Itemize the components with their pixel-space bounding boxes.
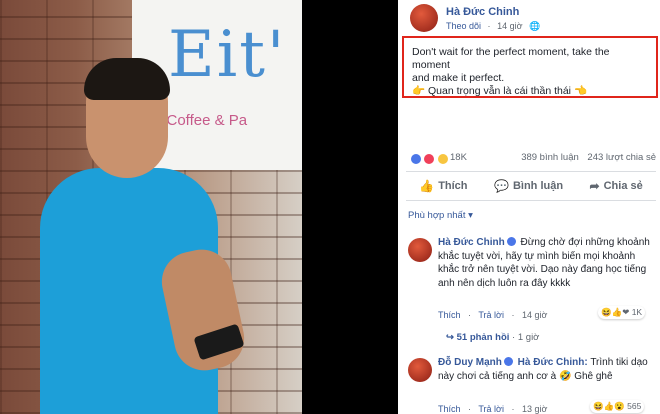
love-reaction-icon: [423, 152, 436, 165]
reaction-count[interactable]: 18K: [450, 152, 467, 163]
post-text: Don't wait for the perfect moment, take …: [412, 46, 648, 98]
commenter-name[interactable]: Hà Đức Chinh: [438, 237, 505, 248]
post-time[interactable]: 14 giờ: [497, 21, 522, 31]
like-reaction-icon: 👍: [611, 307, 623, 317]
pointing-hand-icon: 👈: [573, 85, 588, 97]
reaction-icons[interactable]: [410, 150, 449, 168]
post-text-line-2: and make it perfect.: [412, 72, 505, 84]
haha-reaction-icon: 😆: [601, 307, 612, 317]
comment-reaction-count: 565: [627, 401, 642, 411]
author-avatar[interactable]: [410, 4, 438, 32]
replies-time: 1 giờ: [517, 332, 540, 343]
meta-separator: ·: [512, 332, 516, 343]
love-reaction-icon: ❤: [622, 307, 630, 317]
divider: [406, 200, 656, 201]
globe-icon: 🌐: [529, 21, 541, 31]
post-text-highlight: Don't wait for the perfect moment, take …: [402, 36, 658, 98]
meta-separator: ·: [468, 404, 472, 414]
comment-reactions[interactable]: 😆👍😮 565: [590, 400, 645, 413]
screenshot: Eit' e Coffee & Pa Hà Đức Chinh Theo dõi…: [0, 0, 660, 414]
comment-like-link[interactable]: Thích: [438, 404, 461, 414]
like-reaction-icon: 👍: [603, 401, 615, 411]
post-stats: 389 bình luận 243 lượt chia sẻ: [515, 152, 656, 163]
verified-badge-icon: [506, 237, 516, 246]
comment-time: 13 giờ: [521, 404, 548, 414]
post-actions: 👍 Thích 💬 Bình luận ➦ Chia sẻ: [406, 174, 656, 198]
comment-button[interactable]: 💬 Bình luận: [494, 179, 563, 193]
comments-count[interactable]: 389 bình luận: [521, 152, 579, 163]
commenter-avatar[interactable]: [408, 358, 432, 382]
wow-reaction-icon: 😮: [614, 401, 625, 411]
comment-item: Đỗ Duy Mạnh Hà Đức Chinh: Trình tiki dạo…: [406, 356, 656, 414]
comment-reply-link[interactable]: Trả lời: [478, 404, 504, 414]
commenter-avatar[interactable]: [408, 238, 432, 262]
comment-item: Hà Đức Chinh Đừng chờ đợi những khoảnh k…: [406, 236, 656, 346]
comment-body: Hà Đức Chinh Đừng chờ đợi những khoảnh k…: [438, 236, 652, 290]
post-text-line-1: Don't wait for the perfect moment, take …: [412, 46, 610, 71]
player-photo: Eit' e Coffee & Pa: [0, 0, 302, 414]
post-text-line-3-text: Quan trọng vẫn là cái thần thái: [428, 85, 572, 97]
view-replies-link[interactable]: ↪ 51 phản hồi · 1 giờ: [446, 332, 539, 343]
facebook-post-panel: Hà Đức Chinh Theo dõi · 14 giờ 🌐 Don't w…: [398, 0, 660, 414]
comment-icon: 💬: [494, 179, 509, 193]
thumbs-up-icon: 👍: [419, 179, 435, 193]
share-label: Chia sẻ: [603, 180, 643, 192]
comment-like-link[interactable]: Thích: [438, 310, 461, 320]
commenter-name[interactable]: Đỗ Duy Mạnh: [438, 357, 502, 368]
shares-count[interactable]: 243 lượt chia sẻ: [587, 152, 656, 163]
comment-meta: Thích · Trả lời · 13 giờ: [438, 404, 552, 414]
comment-mention[interactable]: Hà Đức Chinh:: [518, 357, 588, 368]
replies-count: 51 phản hồi: [456, 332, 510, 343]
like-label: Thích: [438, 180, 468, 192]
pointing-hand-icon: 👉: [412, 85, 426, 97]
comment-time: 14 giờ: [521, 310, 548, 320]
follow-link[interactable]: Theo dõi: [446, 21, 481, 31]
share-icon: ➦: [589, 179, 600, 193]
verified-badge-icon: [503, 357, 513, 366]
comment-body: Đỗ Duy Mạnh Hà Đức Chinh: Trình tiki dạo…: [438, 356, 652, 383]
cafe-sign-title: Eit': [168, 18, 287, 92]
meta-separator: ·: [511, 310, 515, 320]
comment-meta: Thích · Trả lời · 14 giờ: [438, 310, 552, 320]
meta-separator: ·: [511, 404, 515, 414]
post-meta: Theo dõi · 14 giờ 🌐: [446, 21, 544, 32]
like-button[interactable]: 👍 Thích: [419, 179, 467, 193]
like-reaction-icon: [410, 152, 422, 165]
reply-arrow-icon: ↪: [446, 332, 454, 343]
comment-reactions[interactable]: 😆👍❤ 1K: [598, 306, 646, 319]
haha-reaction-icon: [436, 152, 449, 165]
comment-sort-dropdown[interactable]: Phù hợp nhất ▾: [408, 210, 473, 221]
share-button[interactable]: ➦ Chia sẻ: [590, 179, 643, 193]
divider: [406, 171, 656, 172]
post-text-line-3: 👉 Quan trọng vẫn là cái thần thái 👈: [412, 85, 648, 98]
comment-label: Bình luận: [512, 180, 564, 192]
meta-separator: ·: [468, 310, 472, 320]
comment-reaction-count: 1K: [631, 307, 643, 317]
player-hair: [84, 58, 170, 100]
meta-separator: ·: [487, 21, 491, 31]
comment-reply-link[interactable]: Trả lời: [478, 310, 504, 320]
haha-reaction-icon: 😆: [593, 401, 604, 411]
post-author-name[interactable]: Hà Đức Chinh: [446, 6, 519, 18]
